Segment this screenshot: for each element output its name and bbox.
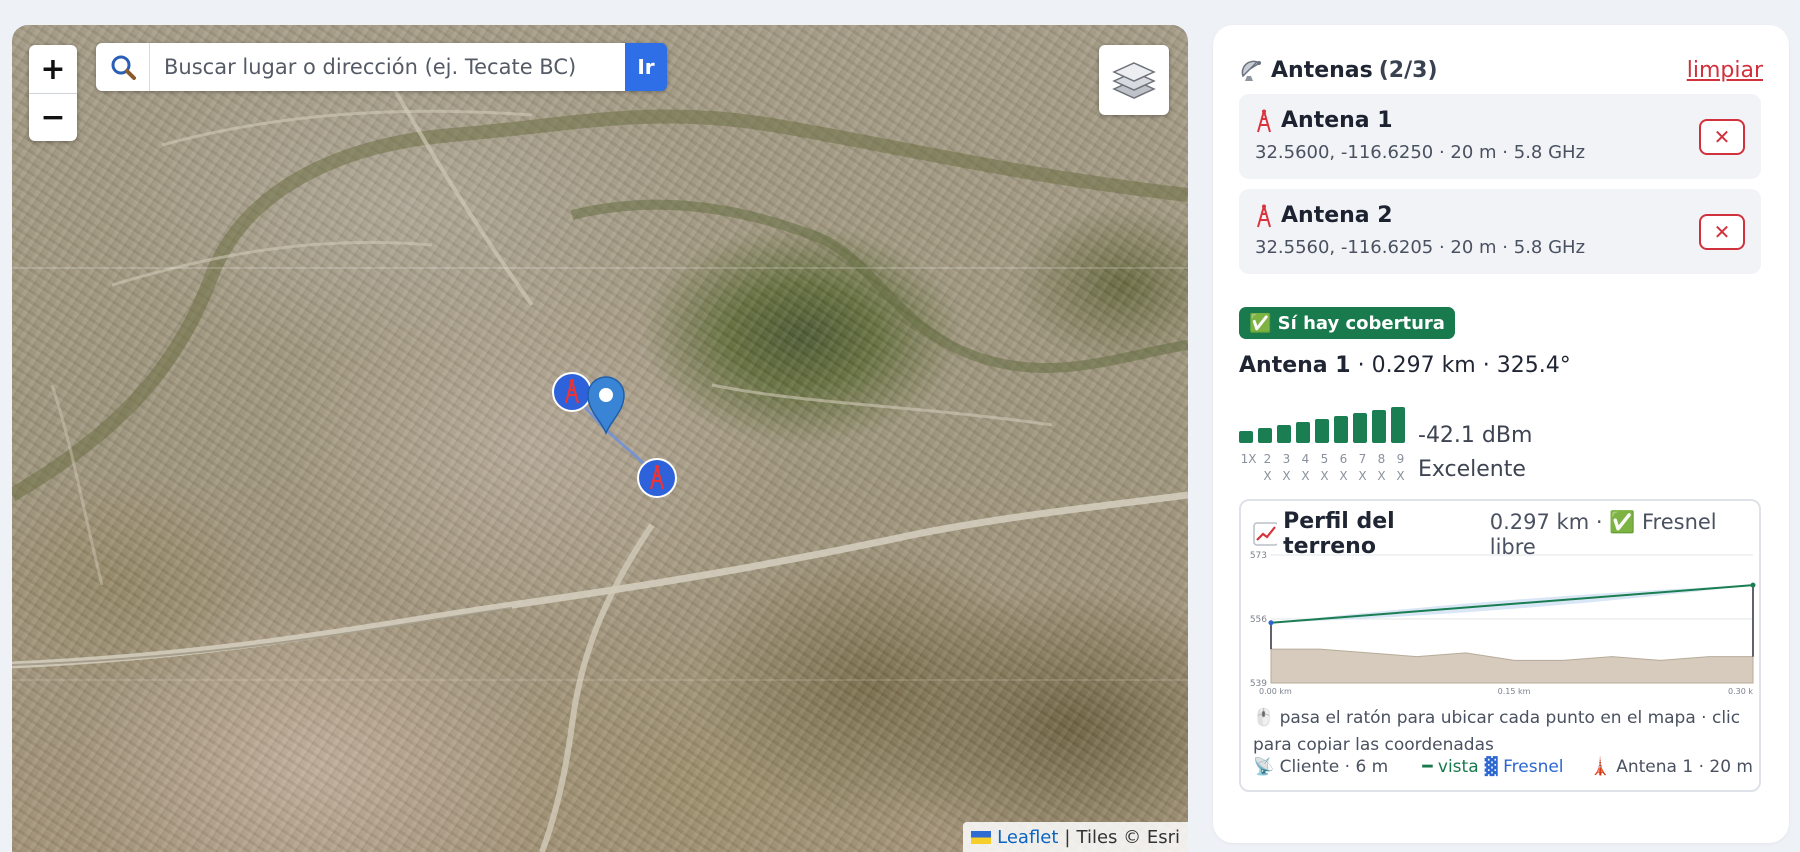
- antenna-info: 32.5560, -116.6205 · 20 m · 5.8 GHz: [1255, 237, 1586, 258]
- client-point: [1268, 620, 1274, 626]
- signal-bar: [1334, 416, 1348, 443]
- profile-hint: 🖱️ pasa el ratón para ubicar cada punto …: [1253, 708, 1741, 755]
- signal-bar: [1277, 425, 1291, 443]
- line-of-sight: [1270, 584, 1754, 624]
- layers-button[interactable]: [1099, 45, 1169, 115]
- antenna-tower-icon: [1257, 109, 1271, 132]
- antenna-card[interactable]: Antena 2 32.5560, -116.6205 · 20 m · 5.8…: [1239, 189, 1761, 274]
- signal-bar-label: 7X: [1358, 452, 1367, 483]
- signal-bar-label: 5X: [1320, 452, 1329, 483]
- signal-bar: [1391, 407, 1405, 443]
- profile-legend: 📡 Cliente · 6 m ━ vista ▓ Fresnel 🗼 Ante…: [1253, 757, 1753, 777]
- signal-quality: Excelente: [1418, 457, 1526, 482]
- signal-bar-label: 4X: [1301, 452, 1310, 483]
- antenna-count: (2/3): [1378, 57, 1438, 83]
- search-go-button[interactable]: Ir: [625, 43, 667, 91]
- terrain-profile-chart[interactable]: 5735565390.00 km 0.15 km 0.30 k: [1241, 545, 1761, 701]
- signal-bar: [1372, 410, 1386, 443]
- legend-client: 📡 Cliente · 6 m: [1253, 757, 1389, 777]
- legend-antenna: 🗼 Antena 1 · 20 m: [1589, 757, 1753, 777]
- x-tick-label: 0.30 k: [1728, 687, 1753, 696]
- signal-bar-label: 3X: [1282, 452, 1291, 483]
- signal-bar: [1353, 413, 1367, 443]
- antenna-tower-icon: [1257, 204, 1271, 227]
- map-pin-icon: [587, 376, 625, 435]
- zoom-out-button[interactable]: −: [29, 93, 77, 141]
- signal-bar-label: 9X: [1396, 452, 1405, 483]
- tiles-credit: Tiles © Esri: [1076, 826, 1181, 848]
- signal-bar-label: 1X: [1240, 452, 1257, 466]
- antenna-card-title: Antena 1: [1255, 108, 1393, 133]
- terrain-profile-card: Perfil del terreno 0.297 km · ✅ Fresnel …: [1239, 499, 1761, 792]
- panel-title: Antenas (2/3): [1239, 58, 1438, 83]
- antenna-tower-icon: [637, 458, 677, 498]
- antenna-card-title: Antena 2: [1255, 203, 1393, 228]
- search-icon[interactable]: [96, 43, 150, 91]
- signal-bar-labels: 1X 2 X 3 X 4 X 5 X 6 X 7 X 8 X 9 X: [1239, 451, 1410, 485]
- legend-line-of-sight: ━ vista: [1422, 757, 1479, 777]
- best-link-details: · 0.297 km · 325.4°: [1350, 353, 1571, 378]
- signal-dbm: -42.1 dBm: [1418, 423, 1533, 448]
- leaflet-link[interactable]: Leaflet: [997, 827, 1058, 848]
- attribution-separator: |: [1064, 826, 1071, 848]
- signal-bar-label: 8X: [1377, 452, 1386, 483]
- best-link-summary: Antena 1 · 0.297 km · 325.4°: [1239, 353, 1571, 378]
- antenna-name: Antena 1: [1281, 108, 1393, 133]
- panel-header: Antenas (2/3) limpiar: [1239, 53, 1763, 87]
- antenna-card[interactable]: Antena 1 32.5600, -116.6250 · 20 m · 5.8…: [1239, 94, 1761, 179]
- delete-antenna-button[interactable]: ✕: [1699, 214, 1745, 250]
- clear-link[interactable]: limpiar: [1687, 58, 1763, 83]
- signal-bar-label: 6X: [1339, 452, 1348, 483]
- satellite-map[interactable]: + − Ir Leaflet | Tiles © Esri: [12, 25, 1188, 852]
- x-tick-label: 0.00 km: [1259, 687, 1292, 696]
- zoom-control: + −: [29, 45, 77, 141]
- map-attribution: Leaflet | Tiles © Esri: [963, 822, 1188, 852]
- signal-bar-label: 2X: [1263, 452, 1272, 483]
- signal-bar: [1296, 422, 1310, 443]
- layers-icon: [1112, 62, 1156, 99]
- antenna-point: [1750, 582, 1756, 588]
- signal-bar: [1315, 419, 1329, 443]
- terrain-area: [1270, 648, 1754, 684]
- panel-title-label: Antenas: [1271, 57, 1373, 83]
- best-link-antenna: Antena 1: [1239, 353, 1351, 378]
- y-tick-label: 556: [1250, 615, 1267, 625]
- signal-bar: [1239, 431, 1253, 443]
- coverage-badge: ✅ Sí hay cobertura: [1239, 307, 1455, 339]
- signal-strength-bars: [1239, 407, 1405, 443]
- legend-fresnel: ▓ Fresnel: [1484, 757, 1564, 777]
- signal-bar: [1258, 428, 1272, 443]
- y-tick-label: 573: [1250, 551, 1267, 561]
- antenna-info: 32.5600, -116.6250 · 20 m · 5.8 GHz: [1255, 142, 1586, 163]
- zoom-in-button[interactable]: +: [29, 45, 77, 93]
- ukraine-flag-icon: [971, 830, 992, 844]
- road-network: [12, 84, 1188, 852]
- delete-antenna-button[interactable]: ✕: [1699, 119, 1745, 155]
- satellite-dish-icon: [1241, 60, 1261, 81]
- antenna-2-marker[interactable]: [636, 457, 678, 499]
- antenna-name: Antena 2: [1281, 203, 1393, 228]
- search-bar: Ir: [96, 43, 667, 91]
- chart-increasing-icon: [1253, 522, 1278, 546]
- antenna-panel: Antenas (2/3) limpiar Antena 1 32.5600, …: [1213, 25, 1789, 843]
- x-tick-label: 0.15 km: [1498, 687, 1531, 696]
- client-location-pin[interactable]: [586, 375, 626, 435]
- search-input[interactable]: [150, 43, 625, 91]
